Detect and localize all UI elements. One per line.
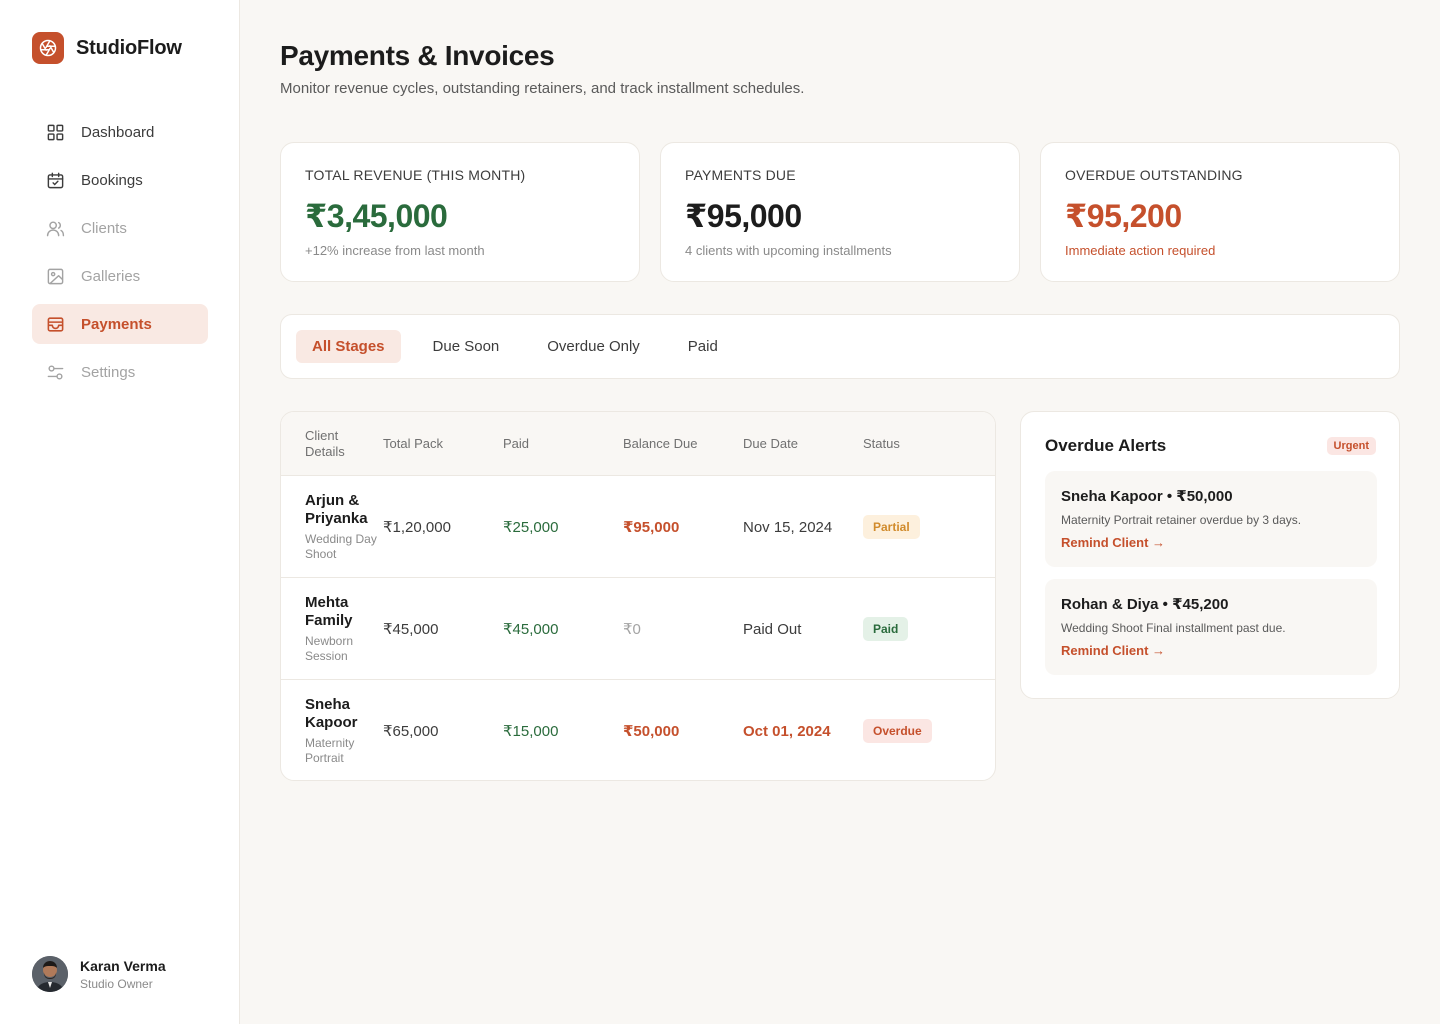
alert-item: Sneha Kapoor • ₹50,000 Maternity Portrai…: [1045, 471, 1377, 567]
table-row[interactable]: Arjun & Priyanka Wedding Day Shoot ₹1,20…: [281, 476, 995, 578]
sidebar-item-payments[interactable]: Payments: [32, 304, 208, 344]
status-badge: Paid: [863, 617, 909, 641]
balance-due: ₹95,000: [623, 519, 680, 536]
client-session-type: Maternity Portrait: [305, 736, 355, 765]
stat-card-overdue: Overdue Outstanding ₹95,200 Immediate ac…: [1040, 142, 1400, 282]
tab-paid[interactable]: Paid: [672, 330, 734, 363]
paid-amount: ₹25,000: [503, 519, 559, 536]
tab-overdue-only[interactable]: Overdue Only: [531, 330, 656, 363]
stat-note: Immediate action required: [1065, 243, 1216, 258]
sidebar-item-label: Bookings: [81, 171, 143, 189]
sliders-icon: [47, 364, 64, 380]
stat-note: 4 clients with upcoming installments: [685, 243, 892, 258]
sidebar-item-galleries[interactable]: Galleries: [32, 256, 208, 296]
due-date: Nov 15, 2024: [743, 518, 833, 536]
stat-label: Overdue Outstanding: [1065, 167, 1243, 183]
alert-description: Maternity Portrait retainer overdue by 3…: [1061, 513, 1302, 527]
sidebar-item-label: Clients: [81, 219, 127, 237]
filter-bar: All Stages Due Soon Overdue Only Paid: [280, 314, 1400, 379]
sidebar-item-clients[interactable]: Clients: [32, 208, 208, 248]
brand-name: StudioFlow: [76, 36, 182, 59]
image-icon: [47, 268, 64, 284]
stat-card-payments-due: Payments Due ₹95,000 4 clients with upco…: [660, 142, 1020, 282]
alert-heading: Rohan & Diya • ₹45,200: [1061, 596, 1229, 613]
client-name: Mehta Family: [305, 594, 353, 629]
stat-value: ₹95,000: [685, 198, 802, 234]
client-session-type: Newborn Session: [305, 634, 354, 663]
stat-value: ₹95,200: [1065, 198, 1182, 234]
total-pack: ₹65,000: [383, 723, 439, 740]
remind-client-link[interactable]: Remind Client →: [1061, 643, 1165, 658]
table-header: Client Details Total Pack Paid Balance D…: [281, 412, 995, 476]
calendar-check-icon: [47, 172, 64, 188]
page-title: Payments & Invoices: [280, 40, 555, 71]
client-name: Sneha Kapoor: [305, 696, 358, 731]
sidebar-item-dashboard[interactable]: Dashboard: [32, 112, 208, 152]
tab-all-stages[interactable]: All Stages: [296, 330, 401, 363]
avatar: [32, 956, 68, 992]
overdue-alerts-panel: Overdue Alerts Urgent Sneha Kapoor • ₹50…: [1020, 411, 1400, 699]
alerts-title: Overdue Alerts: [1045, 436, 1167, 455]
sidebar-item-label: Settings: [81, 363, 136, 381]
client-details: Sneha Kapoor Maternity Portrait: [305, 696, 385, 766]
client-session-type: Wedding Day Shoot: [305, 532, 377, 561]
users-icon: [46, 220, 65, 236]
remind-client-link[interactable]: Remind Client →: [1061, 535, 1165, 550]
sidebar-nav: Dashboard Bookings Clients Galleries Pay…: [32, 112, 208, 400]
column-header-paid: Paid: [503, 436, 530, 451]
paid-amount: ₹15,000: [503, 723, 559, 740]
wallet-icon: [47, 316, 64, 332]
table-row[interactable]: Mehta Family Newborn Session ₹45,000 ₹45…: [281, 578, 995, 680]
client-details: Mehta Family Newborn Session: [305, 594, 385, 664]
stat-value: ₹3,45,000: [305, 198, 448, 234]
due-date: Paid Out: [743, 620, 802, 638]
column-header-client: Client Details: [305, 428, 345, 459]
urgent-badge: Urgent: [1326, 437, 1376, 455]
status-cell: Paid: [863, 578, 909, 680]
paid-amount: ₹45,000: [503, 621, 559, 638]
page-subtitle: Monitor revenue cycles, outstanding reta…: [280, 80, 805, 97]
sidebar-item-bookings[interactable]: Bookings: [32, 160, 208, 200]
sidebar-item-label: Dashboard: [81, 123, 155, 141]
grid-icon: [47, 124, 64, 140]
stat-label: Total Revenue (This Month): [305, 167, 526, 183]
brand[interactable]: StudioFlow: [32, 32, 182, 64]
column-header-balance: Balance Due: [623, 436, 698, 451]
column-header-due-date: Due Date: [743, 436, 798, 451]
status-cell: Overdue: [863, 680, 932, 780]
user-profile[interactable]: Karan Verma Studio Owner: [32, 956, 166, 992]
user-name: Karan Verma: [80, 957, 166, 974]
table-row[interactable]: Sneha Kapoor Maternity Portrait ₹65,000 …: [281, 680, 995, 780]
alert-description: Wedding Shoot Final installment past due…: [1061, 621, 1286, 635]
stat-label: Payments Due: [685, 167, 796, 183]
stat-note: +12% increase from last month: [305, 243, 485, 258]
user-role: Studio Owner: [80, 976, 153, 991]
aperture-icon: [32, 32, 64, 64]
tab-due-soon[interactable]: Due Soon: [417, 330, 516, 363]
column-header-total: Total Pack: [383, 436, 443, 451]
stat-card-total-revenue: Total Revenue (This Month) ₹3,45,000 +12…: [280, 142, 640, 282]
sidebar-item-label: Payments: [81, 315, 152, 333]
total-pack: ₹45,000: [383, 621, 439, 638]
client-name: Arjun & Priyanka: [305, 492, 368, 527]
due-date: Oct 01, 2024: [743, 722, 831, 740]
alert-item: Rohan & Diya • ₹45,200 Wedding Shoot Fin…: [1045, 579, 1377, 675]
balance-due: ₹0: [623, 621, 641, 638]
balance-due: ₹50,000: [623, 723, 680, 740]
status-cell: Partial: [863, 476, 920, 578]
total-pack: ₹1,20,000: [383, 519, 451, 536]
status-badge: Overdue: [863, 719, 932, 743]
column-header-status: Status: [863, 436, 900, 451]
alert-heading: Sneha Kapoor • ₹50,000: [1061, 488, 1233, 505]
sidebar: StudioFlow Dashboard Bookings Clients Ga…: [0, 0, 240, 1024]
sidebar-item-settings[interactable]: Settings: [32, 352, 208, 392]
client-details: Arjun & Priyanka Wedding Day Shoot: [305, 492, 385, 562]
payments-table: Client Details Total Pack Paid Balance D…: [280, 411, 996, 781]
sidebar-item-label: Galleries: [81, 267, 141, 285]
status-badge: Partial: [863, 515, 920, 539]
